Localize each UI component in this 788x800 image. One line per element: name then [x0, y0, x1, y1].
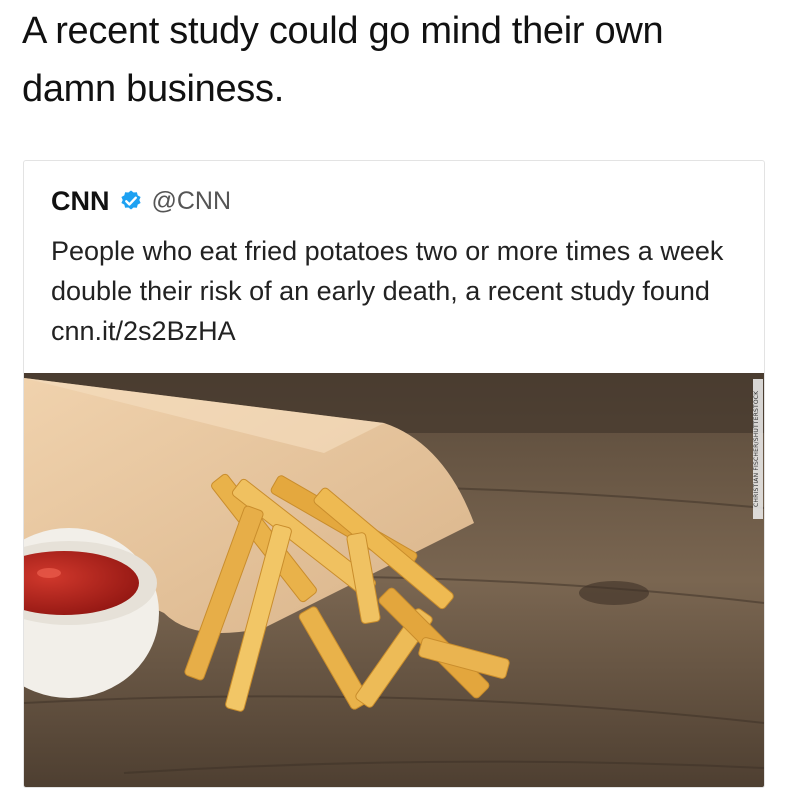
tweet-author-name[interactable]: CNN [51, 186, 110, 217]
tweet-photo-fries[interactable]: CHRISTIAN FISCHER/SHUTTERSTOCK [24, 373, 764, 787]
post-caption: A recent study could go mind their own d… [22, 10, 664, 110]
embedded-tweet-card[interactable]: CNN @CNN People who eat fried potatoes t… [23, 160, 765, 788]
tweet-text: People who eat fried potatoes two or mor… [51, 236, 724, 346]
photo-credit: CHRISTIAN FISCHER/SHUTTERSTOCK [753, 379, 763, 519]
tweet-author-handle[interactable]: @CNN [152, 187, 232, 216]
tweet-header: CNN @CNN [51, 183, 231, 219]
verified-badge-icon [119, 189, 143, 213]
